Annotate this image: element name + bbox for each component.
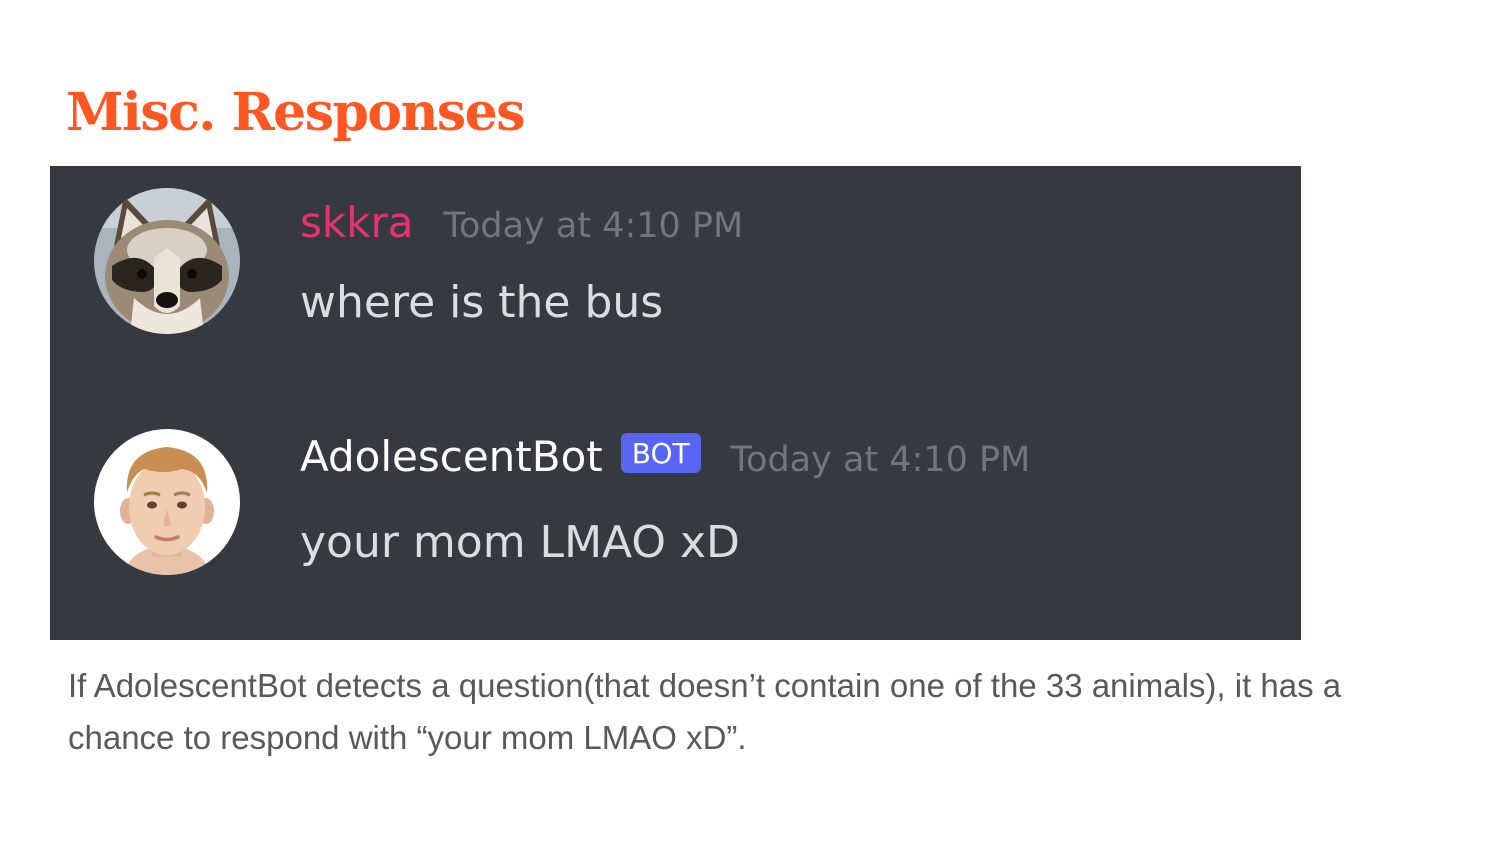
username[interactable]: AdolescentBot bbox=[300, 430, 603, 485]
boy-avatar[interactable] bbox=[94, 429, 240, 575]
bot-badge: BOT bbox=[620, 433, 701, 474]
timestamp: Today at 4:10 PM bbox=[730, 440, 1031, 480]
timestamp: Today at 4:10 PM bbox=[443, 206, 744, 246]
slide-title: Misc. Responses bbox=[66, 82, 526, 143]
message-header: skkra Today at 4:10 PM bbox=[300, 196, 743, 251]
raccoon-avatar[interactable] bbox=[94, 188, 240, 334]
message-text: your mom LMAO xD bbox=[300, 517, 740, 568]
slide-caption: If AdolescentBot detects a question(that… bbox=[68, 667, 1342, 756]
message-text: where is the bus bbox=[300, 277, 664, 328]
message-header: AdolescentBot BOT Today at 4:10 PM bbox=[300, 430, 1030, 485]
username[interactable]: skkra bbox=[300, 196, 414, 251]
chat-screenshot: skkra Today at 4:10 PM where is the bus … bbox=[50, 166, 1301, 640]
